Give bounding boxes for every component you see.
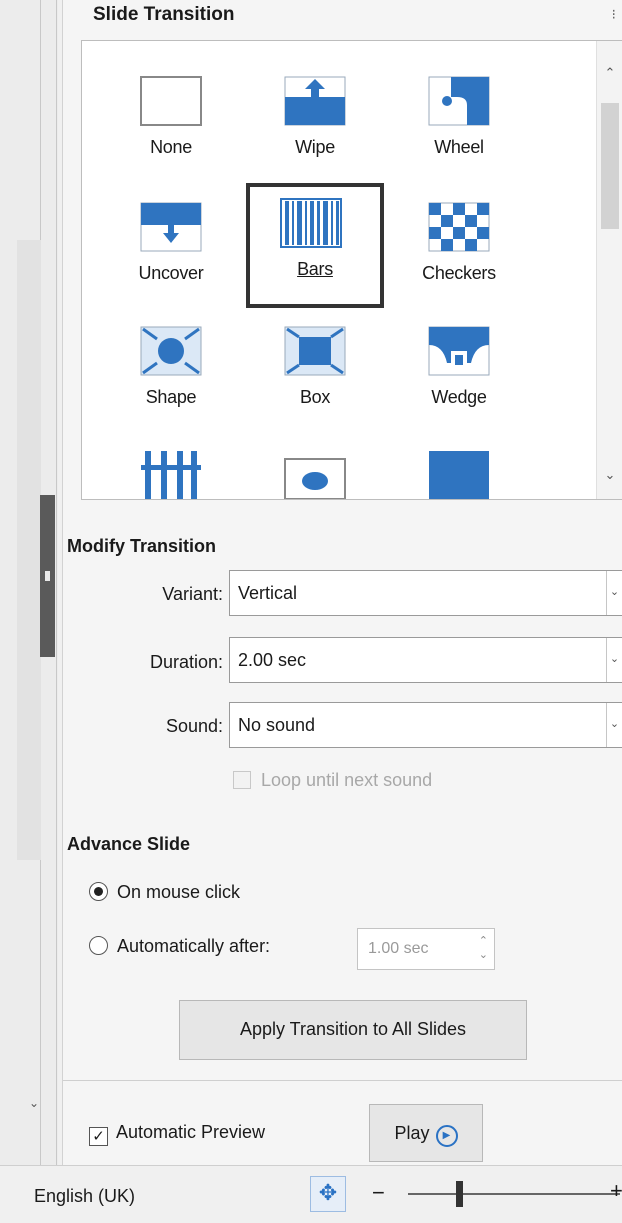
divider bbox=[63, 1080, 622, 1081]
ellipse-icon bbox=[284, 458, 346, 499]
transition-label: Shape bbox=[145, 387, 197, 407]
transition-fade[interactable] bbox=[394, 435, 524, 499]
duration-value: 2.00 sec bbox=[238, 650, 307, 670]
checkbox-icon bbox=[233, 771, 251, 789]
on-mouse-click-label: On mouse click bbox=[117, 882, 241, 902]
left-dock: ⌄ bbox=[0, 0, 58, 1223]
transition-wheel[interactable]: Wheel bbox=[394, 61, 524, 178]
sound-value: No sound bbox=[238, 715, 316, 735]
zoom-slider-knob[interactable] bbox=[456, 1181, 463, 1207]
loop-checkbox[interactable]: Loop until next sound bbox=[233, 770, 432, 791]
dock-divider bbox=[56, 0, 57, 1223]
scroll-down-icon[interactable]: ⌄ bbox=[597, 467, 622, 483]
auto-advance-value: 1.00 sec bbox=[368, 940, 429, 957]
play-icon: ▶ bbox=[435, 1125, 458, 1147]
wheel-icon bbox=[428, 76, 490, 126]
transition-label: Checkers bbox=[422, 263, 496, 283]
play-label: Play bbox=[394, 1123, 430, 1143]
chevron-down-icon[interactable]: ⌄ bbox=[606, 638, 622, 682]
fade-icon bbox=[429, 451, 489, 499]
auto-advance-spinner[interactable]: 1.00 sec ⌃ ⌄ bbox=[357, 928, 495, 970]
radio-selected-icon bbox=[89, 882, 108, 901]
transition-wipe[interactable]: Wipe bbox=[250, 61, 380, 178]
advance-slide-heading: Advance Slide bbox=[67, 834, 191, 854]
sidebar-collapse-handle[interactable] bbox=[40, 495, 55, 657]
transition-shape[interactable]: Shape bbox=[106, 311, 236, 428]
transition-label: Wedge bbox=[431, 387, 487, 407]
on-mouse-click-radio[interactable]: On mouse click bbox=[89, 882, 240, 903]
panel-menu-icon[interactable]: ⁝ bbox=[612, 6, 616, 23]
scroll-up-icon[interactable]: ⌃ bbox=[597, 65, 622, 81]
transition-comb[interactable] bbox=[106, 435, 236, 499]
transition-box[interactable]: Box bbox=[250, 311, 380, 428]
transition-label: Wipe bbox=[295, 137, 335, 157]
wedge-icon bbox=[428, 326, 490, 376]
wipe-icon bbox=[284, 76, 346, 126]
shape-icon bbox=[140, 326, 202, 376]
spinner-arrows-icon[interactable]: ⌃ ⌄ bbox=[479, 934, 488, 962]
zoom-in-icon[interactable]: + bbox=[610, 1178, 622, 1204]
apply-to-all-button[interactable]: Apply Transition to All Slides bbox=[179, 1000, 527, 1060]
gallery-scrollbar[interactable]: ⌃ ⌄ bbox=[596, 41, 622, 499]
duration-label: Duration: bbox=[149, 652, 223, 672]
scroll-thumb[interactable] bbox=[601, 103, 619, 229]
zoom-slider[interactable] bbox=[408, 1193, 620, 1195]
zoom-out-icon[interactable]: − bbox=[372, 1180, 385, 1206]
checkbox-checked-icon: ✓ bbox=[89, 1127, 108, 1146]
checkers-icon bbox=[428, 202, 490, 252]
variant-value: Vertical bbox=[238, 583, 298, 603]
sound-label: Sound: bbox=[165, 716, 223, 736]
play-button[interactable]: Play ▶ bbox=[369, 1104, 483, 1162]
sound-select[interactable]: No sound ⌄ bbox=[229, 702, 622, 748]
variant-label: Variant: bbox=[162, 584, 223, 604]
language-status[interactable]: English (UK) bbox=[34, 1186, 135, 1207]
chevron-down-icon[interactable]: ⌄ bbox=[606, 703, 622, 747]
transition-gallery: None Wipe Wheel Uncover Bars Checkers Sh… bbox=[81, 40, 622, 500]
transition-uncover[interactable]: Uncover bbox=[106, 187, 236, 304]
uncover-icon bbox=[140, 202, 202, 252]
fit-slide-icon[interactable]: ✥ bbox=[310, 1176, 346, 1212]
transition-bars[interactable]: Bars bbox=[246, 183, 384, 308]
none-icon bbox=[140, 76, 202, 126]
automatically-after-label: Automatically after: bbox=[117, 936, 271, 956]
bars-icon bbox=[280, 198, 342, 248]
transition-label: Bars bbox=[297, 259, 333, 279]
automatic-preview-checkbox[interactable]: ✓ Automatic Preview bbox=[89, 1122, 265, 1146]
variant-select[interactable]: Vertical ⌄ bbox=[229, 570, 622, 616]
panel-title: Slide Transition bbox=[93, 4, 235, 25]
transition-checkers[interactable]: Checkers bbox=[394, 187, 524, 304]
slide-transition-panel: Slide Transition ⁝ None Wipe Wheel Uncov… bbox=[62, 0, 622, 1165]
automatic-preview-label: Automatic Preview bbox=[116, 1122, 266, 1142]
transition-label: Uncover bbox=[138, 263, 204, 283]
loop-label: Loop until next sound bbox=[261, 770, 433, 790]
transition-label: None bbox=[150, 137, 192, 157]
duration-select[interactable]: 2.00 sec ⌄ bbox=[229, 637, 622, 683]
comb-icon bbox=[141, 451, 201, 499]
dock-scroll-band bbox=[17, 240, 41, 860]
transition-none[interactable]: None bbox=[106, 61, 236, 178]
transition-wedge[interactable]: Wedge bbox=[394, 311, 524, 428]
radio-icon bbox=[89, 936, 108, 955]
transition-ellipse[interactable] bbox=[250, 435, 380, 499]
box-icon bbox=[284, 326, 346, 376]
automatically-after-radio[interactable]: Automatically after: bbox=[89, 936, 270, 957]
modify-transition-heading: Modify Transition bbox=[67, 536, 217, 556]
transition-label: Box bbox=[299, 387, 331, 407]
status-bar: English (UK) ✥ − + bbox=[0, 1165, 622, 1223]
chevron-down-icon[interactable]: ⌄ bbox=[606, 571, 622, 615]
transition-label: Wheel bbox=[434, 137, 484, 157]
chevron-down-icon[interactable]: ⌄ bbox=[29, 1096, 39, 1110]
